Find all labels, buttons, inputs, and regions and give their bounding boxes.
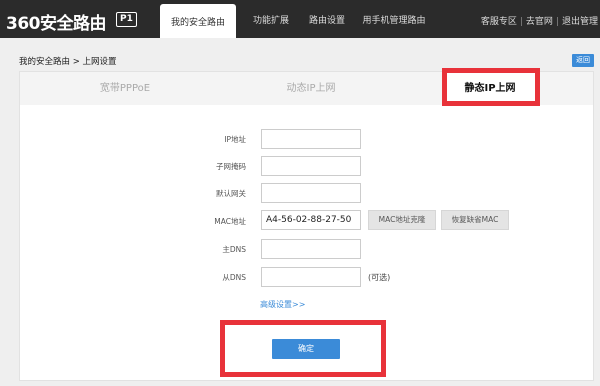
gateway-label: 默认网关 <box>216 189 246 198</box>
subnet-mask-label: 子网掩码 <box>216 162 246 171</box>
advanced-settings-link[interactable]: 高级设置>> <box>260 299 305 310</box>
gateway-input[interactable] <box>261 183 361 203</box>
mode-tabs: 宽带PPPoE 动态IP上网 静态IP上网 <box>20 72 593 105</box>
tab-static-ip[interactable]: 静态IP上网 <box>442 72 538 105</box>
mac-clone-button[interactable]: MAC地址克隆 <box>368 210 436 230</box>
nav-extensions[interactable]: 功能扩展 <box>238 0 304 38</box>
mac-label: MAC地址 <box>214 217 246 226</box>
nav-mobile-manage[interactable]: 用手机管理路由 <box>358 0 430 38</box>
link-logout[interactable]: 退出管理 <box>562 17 598 27</box>
breadcrumb: 我的安全路由 > 上网设置 <box>19 57 117 67</box>
mac-address-input[interactable] <box>261 210 361 230</box>
secondary-dns-label: 从DNS <box>222 273 246 282</box>
link-official-site[interactable]: 去官网 <box>526 17 553 27</box>
ip-address-input[interactable] <box>261 129 361 149</box>
confirm-button[interactable]: 确定 <box>272 339 340 359</box>
secondary-dns-input[interactable] <box>261 267 361 287</box>
tab-dynamic-ip[interactable]: 动态IP上网 <box>226 72 396 105</box>
tab-pppoe[interactable]: 宽带PPPoE <box>40 72 210 105</box>
mac-restore-button[interactable]: 恢复缺省MAC <box>441 210 509 230</box>
ip-label: IP地址 <box>224 135 246 144</box>
model-badge: P1 <box>116 12 137 27</box>
router-logo: 360安全路由 <box>6 14 107 34</box>
top-links: 客服专区 | 去官网 | 退出管理 <box>481 14 598 27</box>
link-support[interactable]: 客服专区 <box>481 17 517 27</box>
optional-hint: (可选) <box>368 273 391 282</box>
nav-router-settings[interactable]: 路由设置 <box>304 0 350 38</box>
primary-dns-input[interactable] <box>261 239 361 259</box>
top-navigation-bar: 360安全路由 P1 我的安全路由 功能扩展 路由设置 用手机管理路由 客服专区… <box>0 0 600 38</box>
divider: | <box>519 17 523 27</box>
back-button[interactable]: 返回 <box>572 54 594 67</box>
subnet-mask-input[interactable] <box>261 156 361 176</box>
divider: | <box>555 17 559 27</box>
primary-dns-label: 主DNS <box>222 245 246 254</box>
nav-my-router[interactable]: 我的安全路由 <box>160 4 236 38</box>
